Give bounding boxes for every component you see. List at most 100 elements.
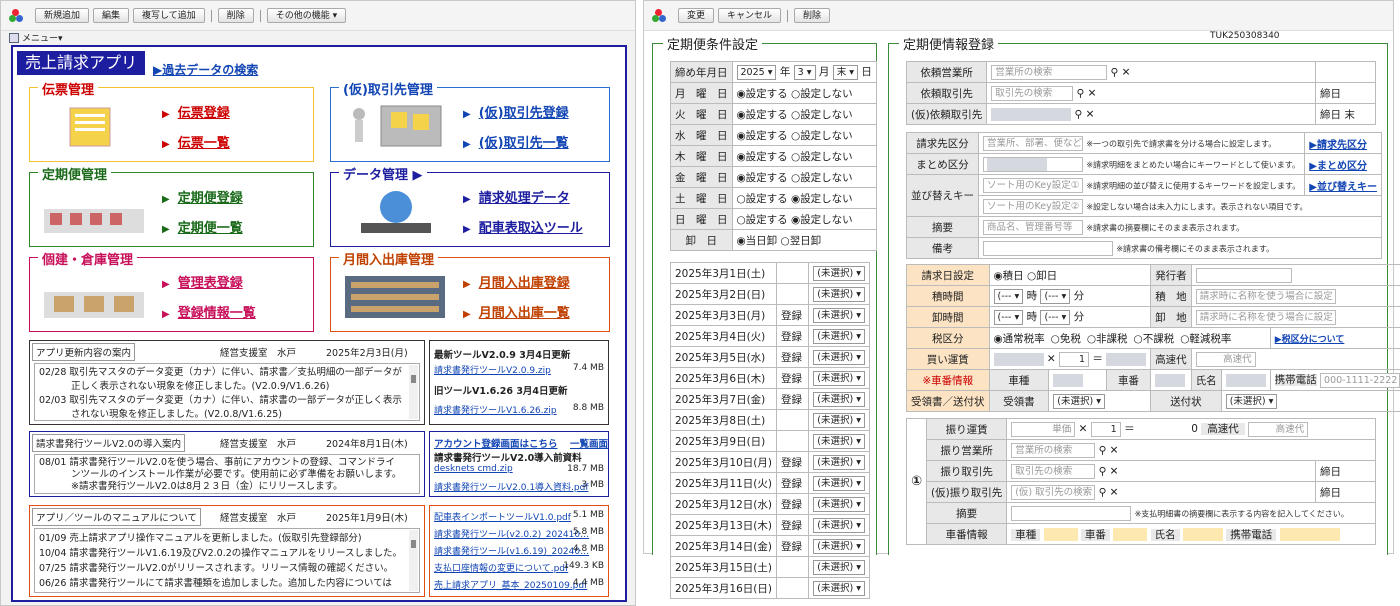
news-body[interactable]: 02/28 取引先マスタのデータ変更（カナ）に伴い、請求書／支払明細の一部データ… [34, 363, 420, 421]
same-day-radio[interactable]: ◉当日卸 [737, 235, 778, 247]
modify-button[interactable]: 変更 [678, 8, 715, 23]
issuer-input[interactable] [1195, 267, 1292, 283]
cover-letter-select[interactable]: (未選択) ▾ [1225, 393, 1278, 409]
manual-file-link[interactable]: 請求書発行ツール(v2.0.2)_202410… [434, 530, 589, 540]
load-min-select[interactable]: (--- ▾ [1040, 288, 1071, 304]
car-no-value[interactable] [1113, 528, 1148, 541]
search-icon[interactable]: ⚲ [1077, 87, 1085, 99]
past-data-search-link[interactable]: ▶過去データの検索 [153, 61, 258, 78]
driver-name-value[interactable] [1225, 373, 1266, 387]
date-assignment-select[interactable]: (未選択) ▾ [813, 307, 865, 323]
tax-option-radio[interactable]: ○免税 [1051, 333, 1081, 345]
news-body[interactable]: 08/01 請求書発行ツールV2.0を使う場合、事前にアカウントの登録、コマンド… [34, 454, 420, 494]
date-assignment-select[interactable]: (未選択) ▾ [813, 349, 865, 365]
manual-file-link[interactable]: 支払口座情報の変更について.pdf [434, 564, 568, 574]
slip-list-link[interactable]: 伝票一覧 [162, 132, 230, 151]
weekday-on-radio[interactable]: ◉設定する [737, 130, 788, 142]
new-record-button[interactable]: 新規追加 [35, 8, 90, 23]
clear-icon[interactable]: ✕ [1110, 486, 1119, 498]
date-assignment-select[interactable]: (未選択) ▾ [813, 580, 865, 596]
client-search-input[interactable]: 取引先の検索 [991, 85, 1074, 101]
regular-list-link[interactable]: 定期便一覧 [162, 217, 243, 236]
scrollbar[interactable] [409, 530, 418, 591]
tmp-client-list-link[interactable]: (仮)取引先一覧 [463, 132, 569, 151]
unit-price-input[interactable]: 単価 [1011, 421, 1076, 437]
weekday-on-radio[interactable]: ○設定する [737, 193, 788, 205]
transfer-highway-input[interactable]: 高速代 [1248, 421, 1309, 437]
material-file-link[interactable]: desknets cmd.zip [434, 464, 513, 474]
date-assignment-select[interactable]: (未選択) ▾ [813, 391, 865, 407]
registration-list-link[interactable]: 登録情報一覧 [162, 302, 256, 321]
phone-value[interactable] [1279, 528, 1340, 541]
date-assignment-select[interactable]: (未選択) ▾ [813, 454, 865, 470]
unload-hour-select[interactable]: (--- ▾ [993, 309, 1024, 325]
group-input[interactable] [983, 156, 1083, 172]
weekday-off-radio[interactable]: ○設定しない [791, 130, 853, 142]
billing-data-link[interactable]: 請求処理データ [463, 187, 570, 206]
driver-name-value[interactable] [1182, 528, 1223, 541]
material-file-link[interactable]: 請求書発行ツールV2.0.1導入資料.pdf [434, 483, 589, 493]
delete-button[interactable]: 削除 [217, 8, 254, 23]
load-hour-select[interactable]: (--- ▾ [993, 288, 1024, 304]
tax-option-radio[interactable]: ○不課税 [1134, 333, 1175, 345]
tmp-client-register-link[interactable]: (仮)取引先登録 [463, 102, 569, 121]
cancel-button[interactable]: キャンセル [718, 8, 782, 23]
scrollbar[interactable] [409, 365, 418, 419]
weekday-on-radio[interactable]: ◉設定する [737, 172, 788, 184]
weekday-off-radio[interactable]: ○設定しない [791, 151, 853, 163]
load-place-input[interactable]: 請求時に名称を使う場合に設定 [1195, 288, 1336, 304]
tax-option-radio[interactable]: ○軽減税率 [1180, 333, 1231, 345]
date-assignment-select[interactable]: (未選択) ▾ [813, 496, 865, 512]
unload-place-input[interactable]: 請求時に名称を使う場合に設定 [1195, 309, 1336, 325]
slip-register-link[interactable]: 伝票登録 [162, 102, 230, 121]
old-tool-file-link[interactable]: 請求書発行ツールV1.6.26.zip [434, 406, 557, 416]
search-icon[interactable]: ⚲ [1099, 486, 1107, 498]
manual-file-link[interactable]: 売上請求アプリ_基本_20250109.pdf [434, 581, 587, 591]
group-link[interactable]: ▶まとめ区分 [1309, 161, 1367, 172]
date-assignment-select[interactable]: (未選択) ▾ [813, 412, 865, 428]
clear-icon[interactable]: ✕ [1122, 66, 1131, 78]
car-type-value[interactable] [1043, 528, 1078, 541]
date-assignment-select[interactable]: (未選択) ▾ [813, 265, 865, 281]
transfer-client-input[interactable]: 取引先の検索 [1011, 463, 1096, 479]
tmp-client-value[interactable] [991, 107, 1072, 121]
sort-link[interactable]: ▶並び替えキー [1309, 182, 1377, 193]
list-screen-link[interactable]: 一覧画面 [570, 439, 608, 450]
manual-file-link[interactable]: 配車表インポートツールV1.0.pdf [434, 513, 571, 523]
date-assignment-select[interactable]: (未選択) ▾ [813, 328, 865, 344]
tax-option-radio[interactable]: ◉通常税率 [994, 333, 1045, 345]
day-select[interactable]: 末 ▾ [832, 64, 859, 80]
search-icon[interactable]: ⚲ [1099, 465, 1107, 477]
date-assignment-select[interactable]: (未選択) ▾ [813, 559, 865, 575]
search-icon[interactable]: ⚲ [1075, 108, 1083, 120]
office-search-input[interactable]: 営業所の検索 [991, 64, 1108, 80]
latest-tool-file-link[interactable]: 請求書発行ツールV2.0.9.zip [434, 366, 551, 376]
duplicate-button[interactable]: 複写して追加 [133, 8, 205, 23]
regular-register-link[interactable]: 定期便登録 [162, 187, 243, 206]
menu-toggle[interactable]: メニュー▾ [9, 31, 63, 44]
clear-icon[interactable]: ✕ [1088, 87, 1097, 99]
date-assignment-select[interactable]: (未選択) ▾ [813, 286, 865, 302]
tile-title[interactable]: データ管理 ▶ [339, 164, 427, 183]
sort-key2-input[interactable]: ソート用のKey設定② [983, 198, 1083, 214]
unload-min-select[interactable]: (--- ▾ [1040, 309, 1071, 325]
weekday-off-radio[interactable]: ○設定しない [791, 88, 853, 100]
dispatch-import-link[interactable]: 配車表取込ツール [463, 217, 583, 236]
bill-load-radio[interactable]: ◉積日 [994, 270, 1024, 282]
fare-value[interactable] [993, 352, 1044, 366]
manual-file-link[interactable]: 請求書発行ツール(v1.6.19)_20240… [434, 547, 589, 557]
next-day-radio[interactable]: ○翌日卸 [781, 235, 822, 247]
bill-unload-radio[interactable]: ○卸日 [1027, 270, 1057, 282]
receipt-select[interactable]: (未選択) ▾ [1053, 393, 1106, 409]
news-body[interactable]: 01/09 売上請求アプリ操作マニュアルを更新しました。(仮取引先登録部分) 1… [34, 528, 420, 593]
transfer-office-input[interactable]: 営業所の検索 [1011, 442, 1096, 458]
highway-input[interactable]: 高速代 [1195, 351, 1256, 367]
account-register-link[interactable]: アカウント登録画面はこちら [434, 439, 558, 450]
search-icon[interactable]: ⚲ [1111, 66, 1119, 78]
edit-button[interactable]: 編集 [93, 8, 130, 23]
weekday-on-radio[interactable]: ◉設定する [737, 88, 788, 100]
sort-key1-input[interactable]: ソート用のKey設定① [983, 177, 1083, 193]
monthly-list-link[interactable]: 月間入出庫一覧 [463, 302, 570, 321]
car-type-value[interactable] [1053, 373, 1084, 387]
transfer-summary-input[interactable] [1011, 505, 1132, 521]
